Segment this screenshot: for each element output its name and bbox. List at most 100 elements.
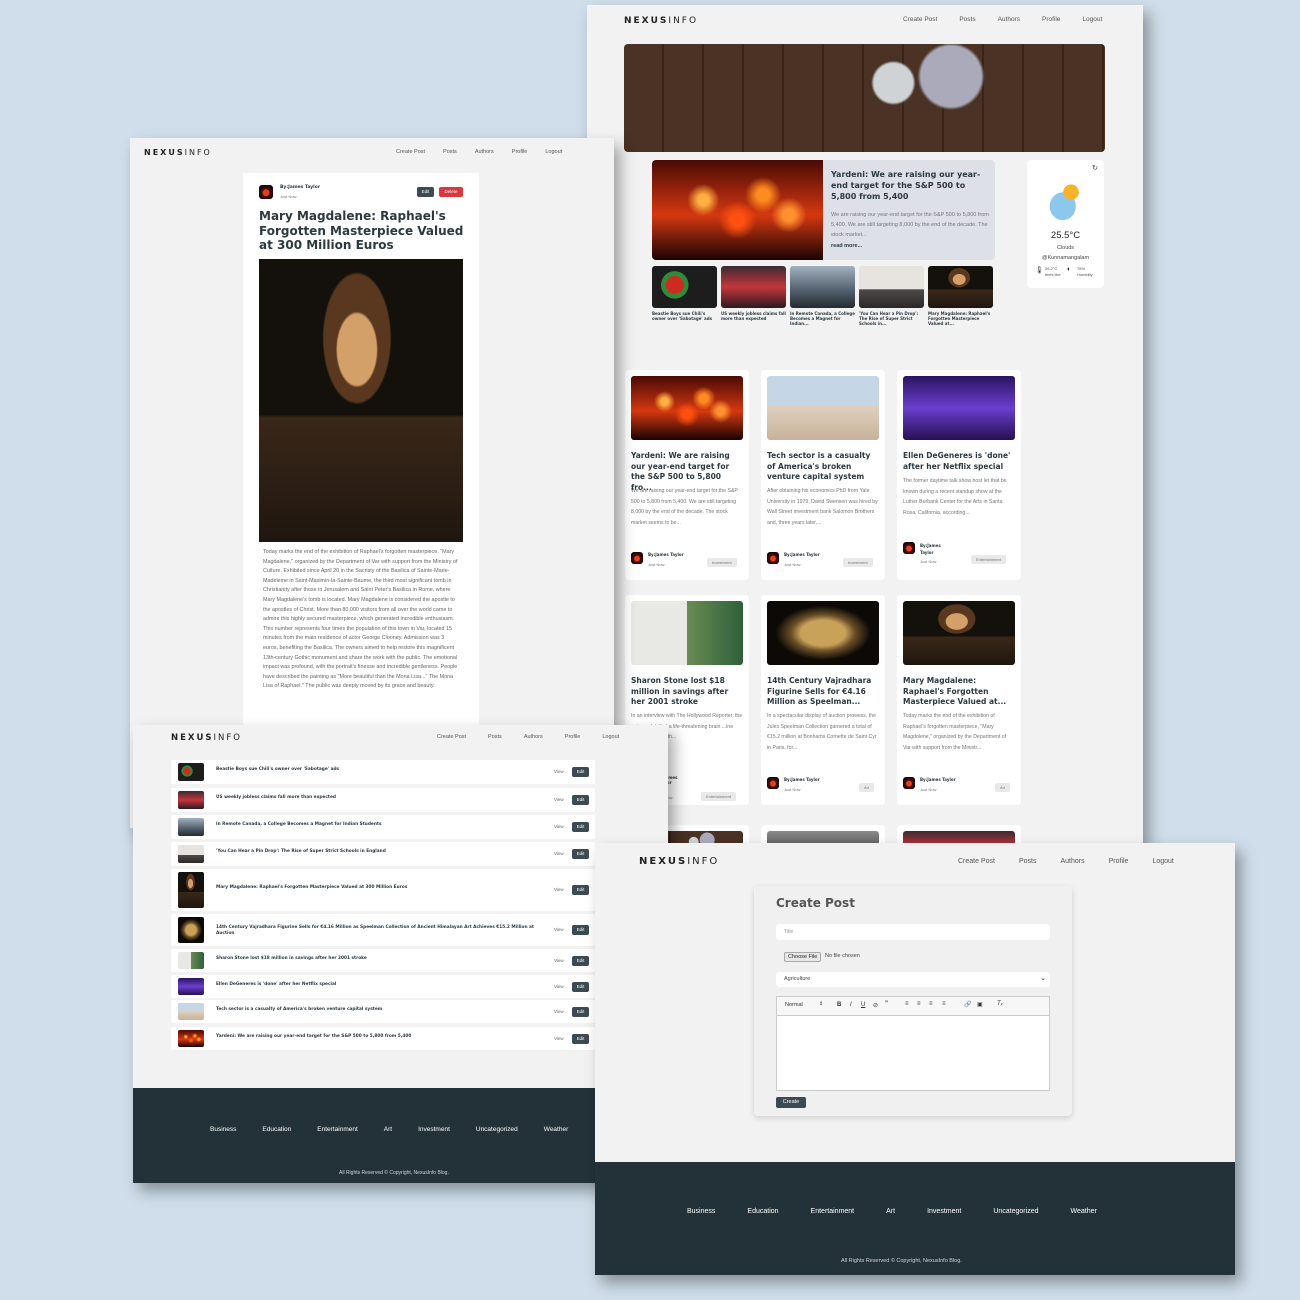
- footer-link-weather[interactable]: Weather: [1070, 1208, 1096, 1215]
- read-more-link[interactable]: read more...: [831, 243, 862, 249]
- post-card-partial[interactable]: [897, 825, 1021, 845]
- footer-link-art[interactable]: Art: [384, 1126, 392, 1133]
- post-card[interactable]: Tech sector is a casualty of America's b…: [761, 370, 885, 580]
- post-card[interactable]: Mary Magdalene: Raphael's Forgotten Mast…: [897, 595, 1021, 805]
- category-tag[interactable]: Entertainment: [701, 792, 736, 801]
- view-link[interactable]: View: [554, 824, 564, 829]
- nav-create-post[interactable]: Create Post: [958, 858, 995, 865]
- edit-button[interactable]: Edit: [572, 822, 589, 832]
- category-select[interactable]: Agriculture ⌄: [776, 972, 1050, 987]
- editor-content-area[interactable]: [776, 1016, 1050, 1091]
- nav-profile[interactable]: Profile: [1042, 16, 1060, 23]
- edit-button[interactable]: Edit: [572, 849, 589, 859]
- edit-button[interactable]: Edit: [572, 795, 589, 805]
- indent-decrease-icon[interactable]: ≡: [929, 1001, 933, 1007]
- view-link[interactable]: View: [554, 984, 564, 989]
- thumb-item[interactable]: In Remote Canada, a College Becomes a Ma…: [790, 266, 855, 326]
- site-logo[interactable]: NEXUSINFO: [144, 148, 212, 157]
- bullet-list-icon[interactable]: ≡: [917, 1001, 921, 1007]
- create-button[interactable]: Create: [776, 1097, 806, 1108]
- link-icon[interactable]: 🔗: [964, 1001, 971, 1008]
- edit-button[interactable]: Edit: [417, 187, 434, 197]
- view-link[interactable]: View: [554, 1009, 564, 1014]
- featured-title[interactable]: Yardeni: We are raising our year-end tar…: [831, 169, 989, 202]
- nav-create-post[interactable]: Create Post: [903, 16, 937, 23]
- underline-icon[interactable]: U: [861, 1002, 865, 1008]
- italic-icon[interactable]: I: [850, 1002, 852, 1008]
- nav-logout[interactable]: Logout: [602, 734, 619, 740]
- nav-authors[interactable]: Authors: [524, 734, 543, 740]
- thumb-item[interactable]: 'You Can Hear a Pin Drop': The Rise of S…: [859, 266, 924, 326]
- footer-link-uncategorized[interactable]: Uncategorized: [993, 1208, 1038, 1215]
- bold-icon[interactable]: B: [837, 1002, 841, 1008]
- footer-link-art[interactable]: Art: [886, 1208, 895, 1215]
- nav-logout[interactable]: Logout: [1152, 858, 1173, 865]
- category-tag[interactable]: Art: [859, 783, 875, 792]
- post-card[interactable]: Yardeni: We are raising our year-end tar…: [625, 370, 749, 580]
- nav-logout[interactable]: Logout: [545, 149, 562, 155]
- footer-link-investment[interactable]: Investment: [418, 1126, 450, 1133]
- post-card-partial[interactable]: [761, 825, 885, 845]
- view-link[interactable]: View: [554, 797, 564, 802]
- footer-link-entertainment[interactable]: Entertainment: [811, 1208, 855, 1215]
- ordered-list-icon[interactable]: ≡: [905, 1001, 909, 1007]
- thumb-item[interactable]: US weekly jobless claims fall more than …: [721, 266, 786, 321]
- format-select[interactable]: Normal: [785, 1002, 803, 1008]
- nav-posts[interactable]: Posts: [443, 149, 457, 155]
- view-link[interactable]: View: [554, 1036, 564, 1041]
- view-link[interactable]: View: [554, 927, 564, 932]
- strike-icon[interactable]: ⊘: [873, 1002, 878, 1009]
- thumb-item[interactable]: Mary Magdalene: Raphael's Forgotten Mast…: [928, 266, 993, 326]
- nav-authors[interactable]: Authors: [475, 149, 494, 155]
- nav-logout[interactable]: Logout: [1082, 16, 1102, 23]
- edit-button[interactable]: Edit: [572, 1006, 589, 1017]
- card-title[interactable]: Ellen DeGeneres is 'done' after her Netf…: [903, 451, 1015, 472]
- nav-profile[interactable]: Profile: [512, 149, 528, 155]
- edit-button[interactable]: Edit: [572, 1033, 589, 1044]
- category-tag[interactable]: Investment: [707, 558, 737, 567]
- footer-link-business[interactable]: Business: [210, 1126, 236, 1133]
- card-title[interactable]: 14th Century Vajradhara Figurine Sells f…: [767, 676, 879, 708]
- category-tag[interactable]: Entertainment: [971, 555, 1006, 564]
- nav-create-post[interactable]: Create Post: [396, 149, 425, 155]
- edit-button[interactable]: Edit: [572, 955, 589, 966]
- view-link[interactable]: View: [554, 851, 564, 856]
- nav-authors[interactable]: Authors: [1060, 858, 1084, 865]
- category-tag[interactable]: Art: [995, 783, 1011, 792]
- post-card[interactable]: Ellen DeGeneres is 'done' after her Netf…: [897, 370, 1021, 580]
- clear-format-icon[interactable]: Tₓ: [997, 1001, 1003, 1007]
- refresh-icon[interactable]: ↻: [1092, 164, 1098, 172]
- footer-link-education[interactable]: Education: [747, 1208, 778, 1215]
- card-title[interactable]: Mary Magdalene: Raphael's Forgotten Mast…: [903, 676, 1015, 708]
- site-logo[interactable]: NEXUSINFO: [639, 856, 719, 867]
- delete-button[interactable]: Delete: [439, 187, 463, 197]
- category-tag[interactable]: Investment: [843, 558, 873, 567]
- edit-button[interactable]: Edit: [572, 885, 589, 895]
- choose-file-button[interactable]: Choose File: [784, 952, 822, 962]
- view-link[interactable]: View: [554, 769, 564, 774]
- indent-increase-icon[interactable]: ≡: [942, 1001, 946, 1007]
- edit-button[interactable]: Edit: [572, 767, 589, 777]
- nav-create-post[interactable]: Create Post: [437, 734, 466, 740]
- thumb-item[interactable]: Beastie Boys sue Chili's owner over 'Sab…: [652, 266, 717, 321]
- view-link[interactable]: View: [554, 958, 564, 963]
- footer-link-investment[interactable]: Investment: [927, 1208, 961, 1215]
- nav-posts[interactable]: Posts: [959, 16, 975, 23]
- image-icon[interactable]: ▣: [977, 1001, 983, 1008]
- view-link[interactable]: View: [554, 887, 564, 892]
- title-input[interactable]: Title: [776, 924, 1050, 940]
- site-logo[interactable]: NEXUSINFO: [624, 16, 698, 26]
- site-logo[interactable]: NEXUSINFO: [171, 733, 242, 743]
- nav-posts[interactable]: Posts: [1019, 858, 1037, 865]
- footer-link-education[interactable]: Education: [262, 1126, 291, 1133]
- footer-link-weather[interactable]: Weather: [544, 1126, 568, 1133]
- edit-button[interactable]: Edit: [572, 925, 589, 935]
- card-title[interactable]: Sharon Stone lost $18 million in savings…: [631, 676, 743, 708]
- nav-profile[interactable]: Profile: [565, 734, 581, 740]
- post-card[interactable]: 14th Century Vajradhara Figurine Sells f…: [761, 595, 885, 805]
- nav-posts[interactable]: Posts: [488, 734, 502, 740]
- featured-post[interactable]: Yardeni: We are raising our year-end tar…: [652, 160, 995, 260]
- nav-profile[interactable]: Profile: [1109, 858, 1129, 865]
- quote-icon[interactable]: ”: [885, 1001, 888, 1007]
- footer-link-uncategorized[interactable]: Uncategorized: [476, 1126, 518, 1133]
